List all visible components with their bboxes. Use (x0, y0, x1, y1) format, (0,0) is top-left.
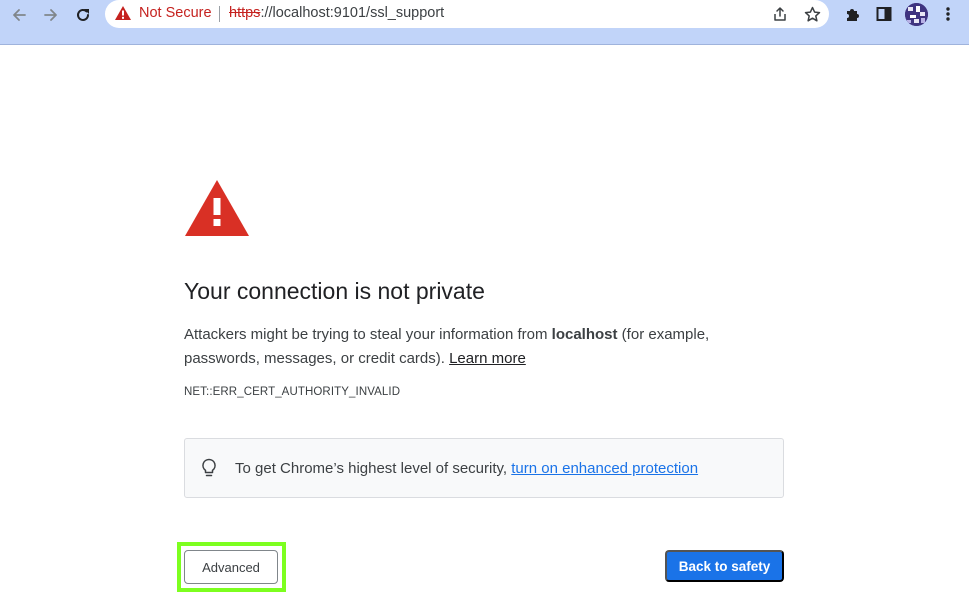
enhanced-protection-box: To get Chrome’s highest level of securit… (184, 438, 784, 498)
url-path: ://localhost:9101/ssl_support (260, 5, 445, 21)
enhanced-protection-text: To get Chrome’s highest level of securit… (235, 460, 698, 477)
star-icon (804, 6, 820, 22)
side-panel-button[interactable] (872, 3, 896, 25)
profile-avatar-icon (905, 3, 928, 26)
url-scheme: https (229, 5, 261, 21)
forward-arrow-icon (44, 9, 57, 21)
page-title: Your connection is not private (184, 278, 485, 304)
bookmark-button[interactable] (801, 4, 823, 24)
back-button[interactable] (6, 4, 32, 26)
share-button[interactable] (769, 4, 791, 24)
puzzle-icon (846, 8, 859, 21)
share-icon (774, 7, 786, 21)
danger-warning-icon (185, 180, 249, 236)
browser-menu-button[interactable] (936, 3, 960, 25)
url-text[interactable]: https://localhost:9101/ssl_support (229, 5, 444, 21)
error-code[interactable]: NET::ERR_CERT_AUTHORITY_INVALID (184, 386, 400, 398)
back-arrow-icon (13, 9, 26, 21)
host-name: localhost (551, 326, 618, 343)
forward-button[interactable] (38, 4, 64, 26)
omnibox-separator (219, 6, 220, 22)
lightbulb-icon (202, 458, 216, 477)
security-status-label[interactable]: Not Secure (139, 5, 212, 21)
advanced-button[interactable]: Advanced (184, 550, 278, 584)
reload-button[interactable] (70, 4, 96, 26)
address-bar[interactable]: Not Secure https://localhost:9101/ssl_su… (105, 0, 829, 28)
kebab-menu-icon (946, 7, 950, 21)
explanation-pre: Attackers might be trying to steal your … (184, 326, 552, 343)
reload-icon (77, 8, 89, 21)
warning-icon (115, 6, 131, 20)
enhanced-protection-prefix: To get Chrome’s highest level of securit… (235, 460, 512, 477)
explanation-text: Attackers might be trying to steal your … (184, 323, 784, 371)
browser-toolbar: Not Secure https://localhost:9101/ssl_su… (0, 0, 969, 45)
extensions-button[interactable] (840, 3, 864, 25)
side-panel-icon (876, 7, 892, 21)
enhanced-protection-link[interactable]: turn on enhanced protection (511, 460, 698, 477)
profile-avatar[interactable] (905, 3, 928, 26)
learn-more-link[interactable]: Learn more (449, 350, 526, 367)
back-to-safety-button[interactable]: Back to safety (665, 550, 784, 582)
